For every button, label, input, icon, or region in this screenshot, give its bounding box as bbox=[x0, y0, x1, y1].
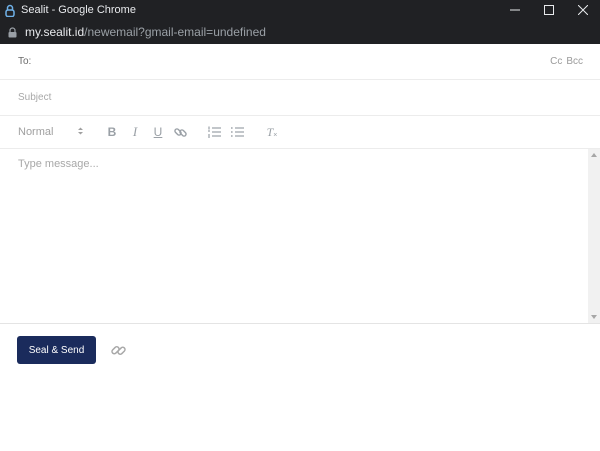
subject-row bbox=[0, 80, 600, 116]
url-host: my.sealit.id bbox=[25, 25, 85, 39]
attachment-link-icon[interactable] bbox=[109, 341, 127, 359]
minimize-button[interactable] bbox=[498, 0, 532, 20]
seal-and-send-button[interactable]: Seal & Send bbox=[17, 336, 96, 364]
close-button[interactable] bbox=[566, 0, 600, 20]
format-select[interactable]: Normal bbox=[18, 126, 84, 139]
cc-link[interactable]: Cc bbox=[550, 56, 562, 67]
window-title: Sealit - Google Chrome bbox=[21, 4, 136, 16]
ordered-list-icon[interactable] bbox=[205, 123, 223, 141]
bcc-link[interactable]: Bcc bbox=[566, 56, 583, 67]
scroll-up-icon[interactable] bbox=[588, 149, 600, 161]
message-body[interactable] bbox=[0, 149, 588, 323]
bold-button[interactable]: B bbox=[103, 123, 121, 141]
window-titlebar: Sealit - Google Chrome bbox=[0, 0, 600, 20]
format-select-value: Normal bbox=[18, 126, 54, 138]
to-row: To: Cc Bcc bbox=[0, 44, 600, 80]
italic-button[interactable]: I bbox=[126, 123, 144, 141]
link-icon[interactable] bbox=[171, 123, 189, 141]
lock-icon bbox=[8, 26, 18, 38]
subject-field[interactable] bbox=[18, 92, 578, 103]
message-editor bbox=[0, 149, 600, 324]
maximize-button[interactable] bbox=[532, 0, 566, 20]
url-path: /newemail?gmail-email=undefined bbox=[84, 25, 266, 39]
format-toolbar: Normal B I U T × bbox=[0, 116, 600, 149]
underline-button[interactable]: U bbox=[149, 123, 167, 141]
address-bar[interactable]: my.sealit.id/newemail?gmail-email=undefi… bbox=[0, 20, 600, 44]
editor-scrollbar[interactable] bbox=[588, 149, 600, 323]
clear-format-glyph: T bbox=[266, 124, 274, 139]
scroll-down-icon[interactable] bbox=[588, 311, 600, 323]
to-field[interactable] bbox=[37, 56, 551, 67]
to-label: To: bbox=[18, 56, 32, 67]
clear-format-icon[interactable]: T × bbox=[263, 123, 281, 141]
select-arrows-icon bbox=[77, 126, 84, 139]
clear-x-icon: × bbox=[273, 131, 278, 139]
sealit-app-icon bbox=[3, 3, 17, 17]
bullet-list-icon[interactable] bbox=[228, 123, 246, 141]
